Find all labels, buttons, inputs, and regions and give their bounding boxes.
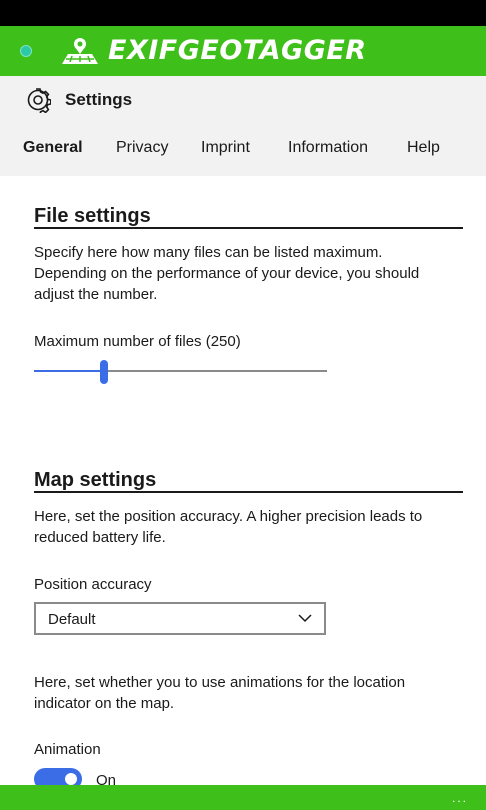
geotag-logo-icon [62, 38, 98, 64]
bottom-app-bar: ... [0, 785, 486, 810]
animation-label: Animation [34, 741, 101, 758]
app-bar: EXIFGEOTAGGER [0, 26, 486, 76]
accuracy-selected-value: Default [48, 611, 96, 628]
file-settings-divider [34, 227, 463, 229]
tab-imprint[interactable]: Imprint [201, 139, 250, 157]
map-settings-divider [34, 491, 463, 493]
status-bar [0, 0, 486, 26]
chevron-down-icon [298, 614, 312, 623]
max-files-slider[interactable] [34, 360, 327, 384]
file-settings-description: Specify here how many files can be liste… [34, 244, 420, 303]
status-dot-icon [20, 45, 32, 57]
slider-thumb[interactable] [100, 360, 108, 384]
animation-description: Here, set whether you to use animations … [34, 674, 406, 712]
map-settings-heading: Map settings [34, 469, 157, 491]
tab-general[interactable]: General [23, 139, 83, 157]
page-title: Settings [65, 90, 133, 109]
toggle-knob [65, 773, 77, 785]
settings-header: Settings General Privacy Imprint Informa… [0, 76, 486, 176]
tab-privacy[interactable]: Privacy [116, 139, 168, 157]
accuracy-label: Position accuracy [34, 576, 152, 593]
file-settings-heading: File settings [34, 205, 151, 227]
tab-help[interactable]: Help [407, 139, 440, 157]
gear-icon [27, 88, 51, 113]
tab-information[interactable]: Information [288, 139, 368, 157]
tab-bar: General Privacy Imprint Information Help [0, 139, 486, 163]
more-options-button[interactable]: ... [452, 791, 468, 805]
max-files-label: Maximum number of files (250) [34, 333, 241, 350]
accuracy-dropdown[interactable]: Default [34, 602, 326, 635]
app-title: EXIFGEOTAGGER [108, 35, 367, 66]
accuracy-description: Here, set the position accuracy. A highe… [34, 508, 423, 546]
slider-fill [34, 370, 104, 372]
